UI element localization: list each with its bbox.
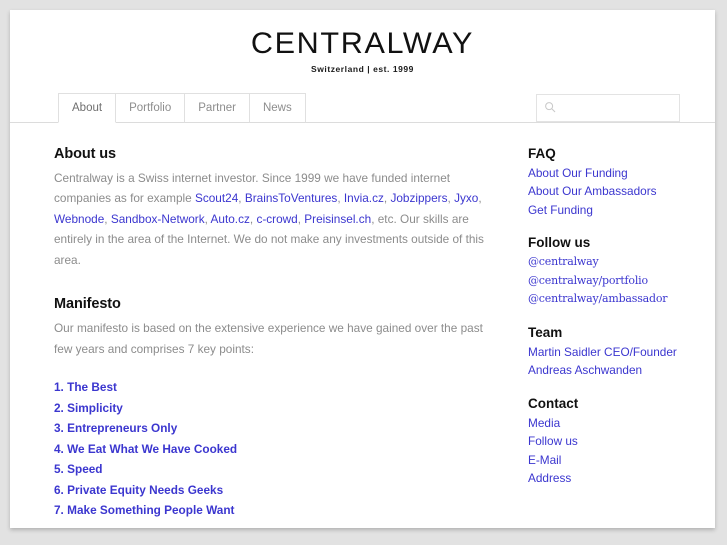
- tab-portfolio-label: Portfolio: [129, 101, 172, 114]
- sidebar-group-contact: Contact Media Follow us E-Mail Address: [528, 396, 688, 488]
- sidebar-group-team: Team Martin Saidler CEO/Founder Andreas As…: [528, 325, 688, 380]
- about-inline-link[interactable]: Webnode: [54, 212, 104, 226]
- about-inline-link[interactable]: Jyxo: [454, 191, 478, 205]
- manifesto-list-item[interactable]: 1. The Best: [54, 377, 488, 398]
- manifesto-list-item[interactable]: 2. Simplicity: [54, 398, 488, 419]
- site-header: CENTRALWAY Switzerland | est. 1999: [10, 10, 715, 74]
- brand-logo-text: CENTRALWAY: [250, 27, 475, 60]
- manifesto-heading: Manifesto: [54, 296, 121, 312]
- sidebar-group-follow-us: Follow us @centralway @centralway/portfoli…: [528, 235, 688, 309]
- sidebar-link[interactable]: About Our Ambassadors: [528, 182, 688, 201]
- tab-partner[interactable]: Partner: [184, 92, 250, 123]
- about-inline-link[interactable]: c-crowd: [256, 212, 297, 226]
- sidebar-link[interactable]: Get Funding: [528, 201, 688, 220]
- manifesto-list: 1. The Best 2. Simplicity 3. Entrepreneurs…: [54, 377, 488, 521]
- sidebar-heading: Contact: [528, 395, 579, 411]
- search-box[interactable]: [536, 93, 680, 122]
- about-inline-link[interactable]: Jobzippers: [390, 191, 447, 205]
- about-inline-link[interactable]: Invia.cz: [344, 191, 384, 205]
- page-card: CENTRALWAY Switzerland | est. 1999 About…: [10, 10, 715, 528]
- sidebar-heading: FAQ: [528, 145, 556, 161]
- sidebar-link[interactable]: E-Mail: [528, 451, 688, 470]
- manifesto-list-item[interactable]: 4. We Eat What We Have Cooked: [54, 439, 488, 460]
- about-inline-link[interactable]: BrainsToVentures: [245, 191, 337, 205]
- sidebar-link[interactable]: Martin Saidler CEO/Founder: [528, 343, 688, 362]
- sidebar-link[interactable]: @centralway/portfolio: [528, 272, 688, 291]
- sidebar-link[interactable]: Andreas Aschwanden: [528, 361, 688, 380]
- sidebar-link[interactable]: Address: [528, 469, 688, 488]
- about-inline-link[interactable]: Scout24: [195, 191, 238, 205]
- sidebar-group-faq: FAQ About Our Funding About Our Ambassador…: [528, 146, 688, 220]
- about-inline-link[interactable]: Sandbox-Network: [111, 212, 205, 226]
- manifesto-list-item[interactable]: 6. Private Equity Needs Geeks: [54, 480, 488, 501]
- sidebar: FAQ About Our Funding About Our Ambassador…: [488, 146, 688, 521]
- sidebar-link[interactable]: @centralway/ambassador: [528, 290, 688, 309]
- search-icon: [545, 102, 556, 113]
- sidebar-heading: Follow us: [528, 235, 591, 250]
- main-column: About us Centralway is a Swiss internet …: [10, 146, 488, 521]
- sidebar-link[interactable]: @centralway: [528, 253, 688, 272]
- tab-about-label: About: [72, 101, 103, 114]
- main-navigation: About Portfolio Partner News: [10, 92, 715, 123]
- sidebar-link[interactable]: Follow us: [528, 432, 688, 451]
- about-inline-link[interactable]: Auto.cz: [211, 212, 250, 226]
- manifesto-list-item[interactable]: 7. Make Something People Want: [54, 500, 488, 521]
- sidebar-link[interactable]: About Our Funding: [528, 164, 688, 183]
- nav-tabs: About Portfolio Partner News: [58, 92, 306, 123]
- tab-portfolio[interactable]: Portfolio: [115, 92, 186, 123]
- manifesto-list-item[interactable]: 3. Entrepreneurs Only: [54, 418, 488, 439]
- sidebar-heading: Team: [528, 324, 563, 340]
- sidebar-link[interactable]: Media: [528, 414, 688, 433]
- search-input[interactable]: [557, 96, 679, 119]
- tab-about[interactable]: About: [58, 92, 117, 123]
- manifesto-paragraph: Our manifesto is based on the extensive …: [54, 321, 483, 356]
- tab-news[interactable]: News: [248, 92, 306, 123]
- brand-tagline: Switzerland | est. 1999: [311, 63, 414, 74]
- about-us-paragraph: Centralway is a Swiss internet investor.…: [54, 170, 484, 267]
- about-inline-link[interactable]: Preisinsel.ch: [304, 212, 371, 226]
- tab-partner-label: Partner: [198, 101, 236, 114]
- manifesto-list-item[interactable]: 5. Speed: [54, 459, 488, 480]
- page-content: About us Centralway is a Swiss internet …: [10, 123, 715, 521]
- about-us-heading: About us: [54, 145, 117, 162]
- tab-news-label: News: [262, 101, 292, 114]
